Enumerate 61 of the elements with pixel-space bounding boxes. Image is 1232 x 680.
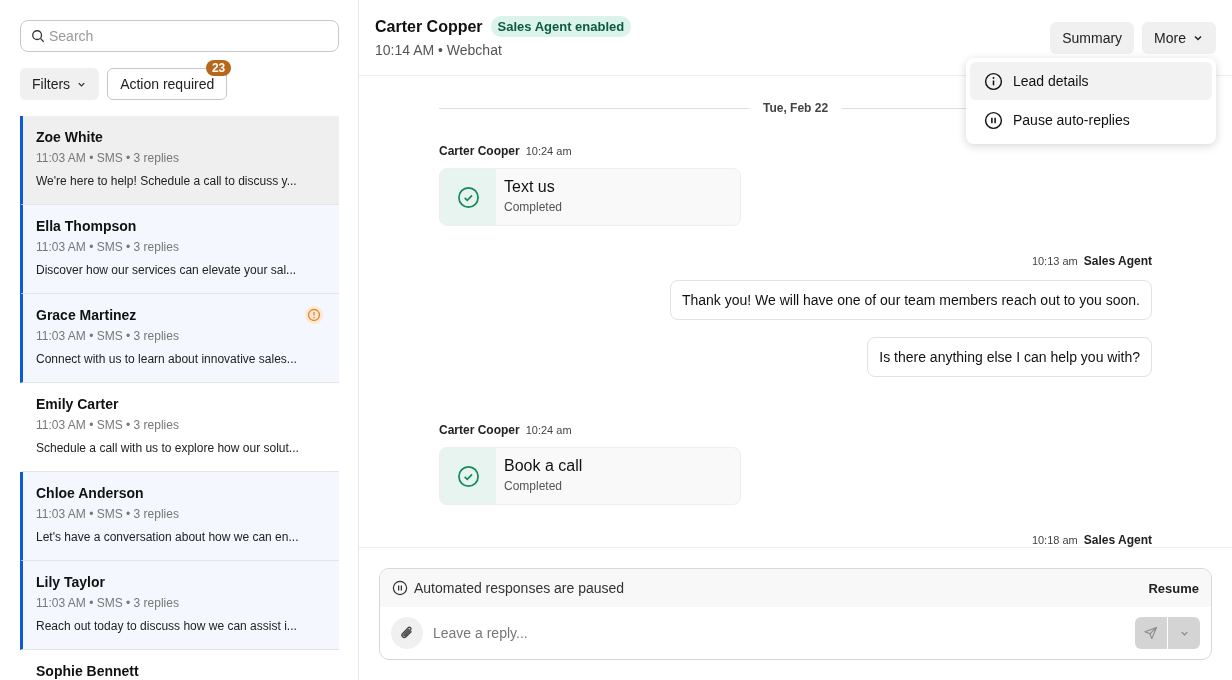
- message-time: 10:24 am: [525, 145, 572, 157]
- search-field[interactable]: Search: [20, 20, 339, 52]
- contact-name: Emily Carter: [36, 396, 119, 412]
- conversation-meta: 10:14 AM • Webchat: [375, 42, 503, 58]
- conversation-meta: 11:03 AM • SMS • 3 replies: [36, 240, 180, 254]
- count-badge: 23: [205, 60, 232, 76]
- message-bubble: Thank you! We will have one of our team members reach out to you soon.: [669, 280, 1152, 320]
- message-preview: Reach out today to discuss how we can assist i...: [36, 619, 298, 633]
- send-button[interactable]: [1135, 617, 1167, 649]
- message-preview: Discover how our services can elevate your sal...: [36, 263, 298, 277]
- check-circle-icon: [456, 464, 480, 488]
- conversation-meta: 11:03 AM • SMS • 3 replies: [36, 418, 180, 432]
- reply-field[interactable]: Leave a reply...: [431, 624, 1127, 642]
- contact-name: Sophie Bennett: [36, 663, 139, 679]
- more-button[interactable]: More: [1142, 22, 1216, 54]
- menu-item[interactable]: Pause auto-replies: [970, 101, 1212, 139]
- task-title: Book a call: [504, 457, 583, 475]
- filters-button[interactable]: Filters: [20, 68, 100, 100]
- message-time: 10:18 am: [1031, 534, 1078, 546]
- conversation-meta: 11:03 AM • SMS • 3 replies: [36, 507, 180, 521]
- contact-name: Carter Copper: [375, 17, 483, 36]
- status-badge: Sales Agent enabled: [490, 16, 632, 37]
- contact-name: Grace Martinez: [36, 307, 137, 323]
- pause-icon: [984, 110, 1003, 130]
- conversation-item[interactable]: Zoe White 11:03 AM • SMS • 3 replies We're here to help! Schedule a call to discuss y...: [20, 116, 339, 205]
- conversation-item[interactable]: Grace Martinez 11:03 AM • SMS • 3 replies Connect with us to learn about innovative sales...: [20, 294, 339, 383]
- search-icon: [31, 29, 45, 43]
- contact-name: Chloe Anderson: [36, 485, 144, 501]
- task-title: Text us: [504, 178, 556, 196]
- paused-notice: Automated responses are paused: [414, 580, 626, 596]
- sender-name: Sales Agent: [1083, 533, 1152, 547]
- conversation-meta: 11:03 AM • SMS • 3 replies: [36, 596, 180, 610]
- contact-name: Ella Thompson: [36, 218, 137, 234]
- conversation-item[interactable]: Chloe Anderson 11:03 AM • SMS • 3 replies Let's have a conversation about how we can en...: [20, 472, 339, 561]
- menu-item[interactable]: Lead details: [970, 62, 1212, 100]
- check-circle-icon: [456, 185, 480, 209]
- message-preview: Let's have a conversation about how we can en...: [36, 530, 300, 544]
- message-preview: Connect with us to learn about innovative sales...: [36, 352, 298, 366]
- message-time: 10:13 am: [1031, 255, 1078, 267]
- task-status: Completed: [504, 479, 564, 493]
- summary-button[interactable]: Summary: [1050, 22, 1135, 54]
- contact-name: Zoe White: [36, 129, 103, 145]
- conversation-meta: 11:03 AM • SMS • 3 replies: [36, 329, 180, 343]
- pause-icon: [392, 580, 408, 596]
- resume-button[interactable]: Resume: [1148, 580, 1199, 596]
- conversation-meta: 11:03 AM • SMS • 3 replies: [36, 151, 180, 165]
- date-divider: Tue, Feb 22: [762, 101, 829, 115]
- conversation-item[interactable]: Ella Thompson 11:03 AM • SMS • 3 replies Discover how our services can elevate your sal...: [20, 205, 339, 294]
- message-preview: Schedule a call with us to explore how our solut...: [36, 441, 300, 455]
- sender-name: Carter Cooper: [439, 144, 520, 158]
- message-preview: We're here to help! Schedule a call to discuss y...: [36, 174, 298, 188]
- sender-name: Sales Agent: [1083, 254, 1152, 268]
- message-bubble: Is there anything else I can help you with?: [867, 337, 1152, 377]
- message-time: 10:24 am: [525, 424, 572, 436]
- attach-button[interactable]: [391, 617, 423, 649]
- contact-name: Lily Taylor: [36, 574, 105, 590]
- sender-name: Carter Cooper: [439, 423, 520, 437]
- info-icon: [984, 71, 1003, 91]
- conversation-item[interactable]: Lily Taylor 11:03 AM • SMS • 3 replies Reach out today to discuss how we can assist i...: [20, 561, 339, 650]
- task-status: Completed: [504, 200, 563, 214]
- send-icon: [1143, 625, 1159, 641]
